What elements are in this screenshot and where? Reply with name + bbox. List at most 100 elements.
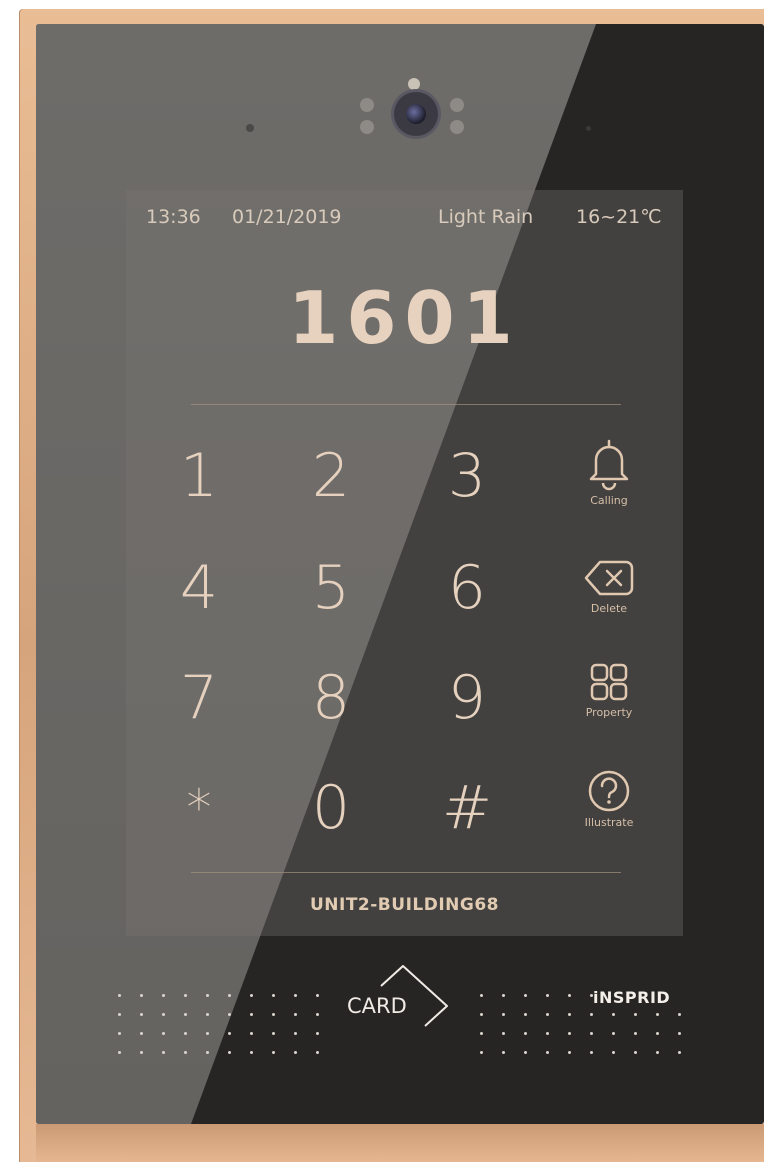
grill-dot xyxy=(480,994,483,997)
illustrate-label: Illustrate xyxy=(584,816,634,829)
grill-dot xyxy=(140,1013,143,1016)
grill-dot xyxy=(228,1013,231,1016)
speaker-grill-left xyxy=(118,994,328,1054)
grill-dot xyxy=(294,994,297,997)
grill-dot xyxy=(140,1032,143,1035)
grill-dot xyxy=(612,1051,615,1054)
key-3[interactable]: 3 xyxy=(422,426,512,526)
grill-dot xyxy=(162,1051,165,1054)
grill-dot xyxy=(546,1051,549,1054)
grill-dot xyxy=(502,1051,505,1054)
device-panel: 13:36 01/21/2019 Light Rain 16~21℃ 1601 … xyxy=(36,24,764,1124)
grill-dot xyxy=(524,1051,527,1054)
grill-dot xyxy=(184,1032,187,1035)
grill-dot xyxy=(678,1051,681,1054)
grill-dot xyxy=(568,994,571,997)
illustrate-button[interactable]: Illustrate xyxy=(564,768,654,868)
grill-dot xyxy=(118,1051,121,1054)
card-reader-area[interactable]: CARD xyxy=(341,962,461,1042)
grill-dot xyxy=(162,1013,165,1016)
grill-dot xyxy=(678,1032,681,1035)
grill-dot xyxy=(590,1032,593,1035)
key-1[interactable]: 1 xyxy=(154,426,244,526)
grill-dot xyxy=(294,1051,297,1054)
grill-dot xyxy=(294,1032,297,1035)
property-label: Property xyxy=(585,706,633,719)
grill-dot xyxy=(316,1032,319,1035)
grill-dot xyxy=(118,1032,121,1035)
grill-dot xyxy=(272,994,275,997)
grill-dot xyxy=(206,994,209,997)
key-6[interactable]: 6 xyxy=(422,538,512,638)
grill-dot xyxy=(480,1051,483,1054)
grill-dot xyxy=(480,1013,483,1016)
key-7[interactable]: 7 xyxy=(154,648,244,748)
ir-led-icon xyxy=(360,98,374,112)
key-2[interactable]: 2 xyxy=(286,426,376,526)
grill-dot xyxy=(524,994,527,997)
grill-dot xyxy=(568,1051,571,1054)
grill-dot xyxy=(634,1013,637,1016)
calling-button[interactable]: Calling xyxy=(564,438,654,538)
key-4[interactable]: 4 xyxy=(154,538,244,638)
grill-dot xyxy=(590,1051,593,1054)
grill-dot xyxy=(546,1032,549,1035)
delete-button[interactable]: Delete xyxy=(564,556,654,656)
grill-dot xyxy=(568,1032,571,1035)
key-hash[interactable]: # xyxy=(422,758,512,858)
grid-icon xyxy=(590,663,628,701)
grill-dot xyxy=(140,1051,143,1054)
grill-dot xyxy=(678,1013,681,1016)
grill-dot xyxy=(502,1032,505,1035)
grill-dot xyxy=(316,1013,319,1016)
temperature-range: 16~21℃ xyxy=(576,206,662,228)
delete-label: Delete xyxy=(590,602,628,615)
grill-dot xyxy=(184,1051,187,1054)
grill-dot xyxy=(228,1051,231,1054)
grill-dot xyxy=(634,1051,637,1054)
grill-dot xyxy=(250,1032,253,1035)
grill-dot xyxy=(480,1032,483,1035)
grill-dot xyxy=(524,1013,527,1016)
grill-dot xyxy=(634,1032,637,1035)
key-9[interactable]: 9 xyxy=(422,648,512,748)
property-button[interactable]: Property xyxy=(564,660,654,760)
grill-dot xyxy=(118,994,121,997)
grill-dot xyxy=(612,1032,615,1035)
grill-dot xyxy=(316,994,319,997)
grill-dot xyxy=(272,1032,275,1035)
building-label: UNIT2-BUILDING68 xyxy=(309,895,500,915)
grill-dot xyxy=(502,1013,505,1016)
ir-led-icon xyxy=(450,120,464,134)
grill-dot xyxy=(612,1013,615,1016)
grill-dot xyxy=(206,1051,209,1054)
grill-dot xyxy=(250,994,253,997)
grill-dot xyxy=(162,1032,165,1035)
grill-dot xyxy=(206,1032,209,1035)
device-base xyxy=(36,1124,764,1162)
camera-module xyxy=(358,78,466,160)
grill-dot xyxy=(250,1051,253,1054)
bell-icon xyxy=(589,439,629,491)
camera-lens-icon xyxy=(394,92,438,136)
grill-dot xyxy=(272,1013,275,1016)
key-5[interactable]: 5 xyxy=(286,538,376,638)
key-0[interactable]: 0 xyxy=(286,758,376,858)
grill-dot xyxy=(184,1013,187,1016)
key-8[interactable]: 8 xyxy=(286,648,376,748)
grill-dot xyxy=(524,1032,527,1035)
calling-label: Calling xyxy=(590,494,628,507)
grill-dot xyxy=(184,994,187,997)
grill-dot xyxy=(656,1013,659,1016)
grill-dot xyxy=(546,1013,549,1016)
grill-dot xyxy=(656,1032,659,1035)
ir-led-icon xyxy=(450,98,464,112)
grill-dot xyxy=(502,994,505,997)
sensor-icon xyxy=(246,124,254,132)
grill-dot xyxy=(206,1013,209,1016)
grill-dot xyxy=(228,994,231,997)
grill-dot xyxy=(316,1051,319,1054)
key-star[interactable]: * xyxy=(154,758,244,858)
top-divider xyxy=(191,404,621,405)
help-icon xyxy=(588,770,630,812)
